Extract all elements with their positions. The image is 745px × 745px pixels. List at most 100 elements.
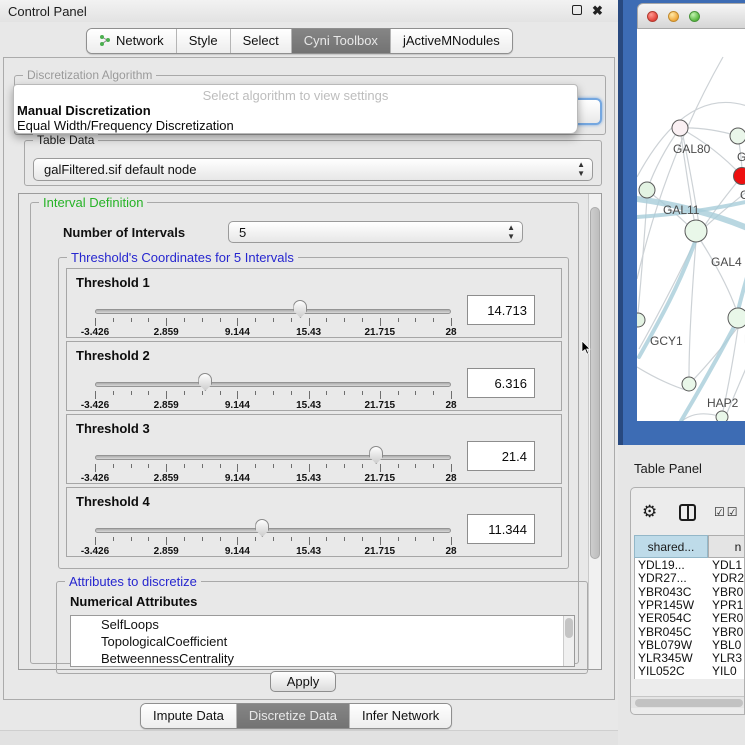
network-node-hap2[interactable]	[682, 377, 696, 391]
cell-shared-name[interactable]: YPR145W	[638, 598, 708, 612]
close-traffic-light[interactable]	[647, 11, 658, 22]
tab-impute-data[interactable]: Impute Data	[141, 704, 236, 728]
algorithm-option-1[interactable]: Manual Discretization	[17, 103, 576, 118]
table-row[interactable]: YIL052C YIL0	[635, 664, 745, 677]
tab-cyni-toolbox[interactable]: Cyni Toolbox	[291, 29, 390, 53]
horizontal-scrollbar[interactable]	[631, 696, 745, 708]
cell-name[interactable]: YDR2	[712, 571, 745, 585]
cell-name[interactable]: YBL0	[712, 638, 745, 652]
table-row[interactable]: YBL079W YBL0	[635, 638, 745, 651]
tab-infer-network[interactable]: Infer Network	[349, 704, 451, 728]
columns-icon[interactable]	[679, 504, 696, 521]
threshold-value-field[interactable]: 11.344	[467, 514, 535, 544]
tick-mark	[166, 464, 167, 472]
slider-thumb[interactable]	[369, 446, 383, 464]
vertical-scrollbar[interactable]	[588, 194, 601, 669]
cell-name[interactable]: YBR0	[712, 625, 745, 639]
network-window-titlebar[interactable]	[637, 3, 745, 29]
network-node-gal4[interactable]	[685, 220, 707, 242]
network-node-c[interactable]	[734, 168, 745, 185]
tab-network[interactable]: Network	[87, 29, 176, 53]
network-node-ga[interactable]	[730, 128, 745, 144]
slider-thumb[interactable]	[198, 373, 212, 391]
network-node-gcy1[interactable]	[637, 313, 645, 327]
slider-track[interactable]	[95, 455, 451, 460]
close-icon[interactable]: ✖	[592, 3, 603, 19]
network-edge[interactable]	[639, 239, 696, 349]
number-of-intervals-combo[interactable]: 5 ▲▼	[228, 221, 523, 243]
cell-shared-name[interactable]: YBL079W	[638, 638, 708, 652]
cell-shared-name[interactable]: YER054C	[638, 611, 708, 625]
scrollbar-thumb[interactable]	[635, 699, 743, 707]
attribute-list-item[interactable]: SelfLoops	[71, 616, 574, 633]
cell-name[interactable]: YPR1	[712, 598, 745, 612]
slider-thumb[interactable]	[255, 519, 269, 537]
network-edge[interactable]	[701, 241, 736, 309]
cell-name[interactable]: YER0	[712, 611, 745, 625]
network-edge[interactable]	[637, 57, 723, 279]
table-row[interactable]: YPR145W YPR1	[635, 598, 745, 611]
network-edge[interactable]	[680, 128, 738, 136]
network-view-frame[interactable]: GAL80GACGAL11GAL4GCY1HHAP2	[618, 0, 745, 445]
tick-label: 15.43	[284, 327, 334, 338]
network-edge[interactable]	[689, 241, 696, 377]
network-node-gal11[interactable]	[639, 182, 655, 198]
threshold-value-field[interactable]: 21.4	[467, 441, 535, 471]
network-node-h[interactable]	[728, 308, 745, 328]
tick-mark	[113, 464, 114, 468]
cell-name[interactable]: YBR0	[712, 585, 745, 599]
cell-name[interactable]: YDL1	[712, 558, 745, 572]
network-edge[interactable]	[637, 367, 689, 391]
attribute-list-item[interactable]: TopologicalCoefficient	[71, 633, 574, 650]
network-edge[interactable]	[637, 102, 745, 177]
zoom-traffic-light[interactable]	[689, 11, 700, 22]
slider-track[interactable]	[95, 309, 451, 314]
cell-shared-name[interactable]: YBR045C	[638, 625, 708, 639]
node-label: GAL4	[711, 255, 742, 269]
attribute-list-item[interactable]: BetweennessCentrality	[71, 650, 574, 667]
tab-jactivemnodules[interactable]: jActiveMNodules	[390, 29, 512, 53]
column-header-shared-name[interactable]: shared...	[634, 535, 708, 558]
slider-track[interactable]	[95, 528, 451, 533]
cell-name[interactable]: YIL0	[712, 664, 745, 678]
threshold-value-field[interactable]: 14.713	[467, 295, 535, 325]
table-rows: YDL19...YDL1YDR27...YDR2YBR043CYBR0YPR14…	[634, 558, 745, 679]
scrollbar-thumb[interactable]	[565, 618, 573, 638]
node-label: GCY1	[650, 334, 683, 348]
table-row[interactable]: YBR045C YBR0	[635, 625, 745, 638]
column-header-name[interactable]: n	[708, 535, 745, 558]
tab-style[interactable]: Style	[176, 29, 230, 53]
cell-shared-name[interactable]: YBR043C	[638, 585, 708, 599]
threshold-value-field[interactable]: 6.316	[467, 368, 535, 398]
table-row[interactable]: YBR043C YBR0	[635, 585, 745, 598]
minimize-traffic-light[interactable]	[668, 11, 679, 22]
table-row[interactable]: YDL19... YDL1	[635, 558, 745, 571]
slider-track[interactable]	[95, 382, 451, 387]
cell-shared-name[interactable]: YDL19...	[638, 558, 708, 572]
network-node[interactable]	[716, 411, 728, 421]
apply-button[interactable]: Apply	[270, 671, 336, 692]
scrollbar-thumb[interactable]	[590, 207, 600, 559]
network-canvas[interactable]: GAL80GACGAL11GAL4GCY1HHAP2	[637, 29, 745, 421]
tick-mark	[380, 391, 381, 399]
cell-name[interactable]: YLR3	[712, 651, 745, 665]
table-row[interactable]: YLR345W YLR3	[635, 651, 745, 664]
gear-icon[interactable]: ⚙	[642, 502, 657, 522]
slider-thumb[interactable]	[293, 300, 307, 318]
table-data-combo[interactable]: galFiltered.sif default node ▲▼	[33, 158, 593, 181]
tab-discretize-data[interactable]: Discretize Data	[236, 704, 349, 728]
float-window-icon[interactable]	[572, 5, 582, 15]
cell-shared-name[interactable]: YLR345W	[638, 651, 708, 665]
tick-mark	[113, 318, 114, 322]
tick-mark	[451, 318, 452, 326]
checkboxes-icon[interactable]: ☑☑	[714, 505, 740, 519]
tab-select[interactable]: Select	[230, 29, 291, 53]
table-row[interactable]: YER054C YER0	[635, 611, 745, 624]
table-row[interactable]: YDR27... YDR2	[635, 571, 745, 584]
algorithm-option-2[interactable]: Equal Width/Frequency Discretization	[17, 118, 576, 133]
cell-shared-name[interactable]: YDR27...	[638, 571, 708, 585]
network-node-gal80[interactable]	[672, 120, 688, 136]
cell-shared-name[interactable]: YIL052C	[638, 664, 708, 678]
attributes-scrollbar[interactable]	[563, 616, 574, 666]
tick-label: 15.43	[284, 546, 334, 557]
